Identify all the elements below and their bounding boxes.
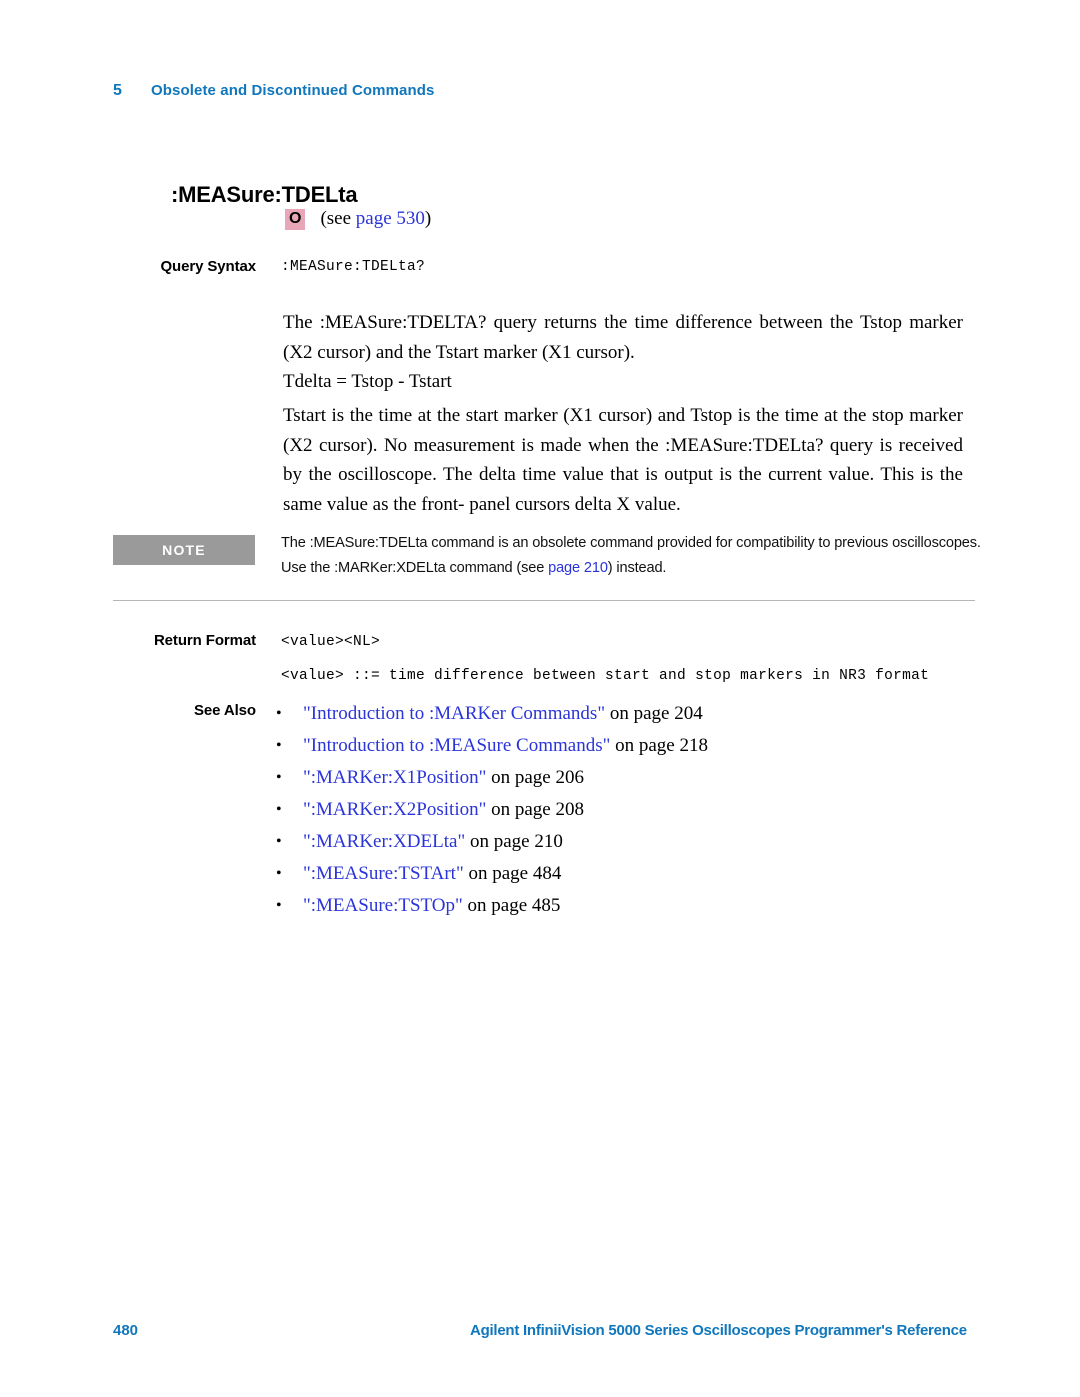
list-item: ":MARKer:X2Position" on page 208 (276, 794, 976, 826)
see-prefix-text: (see (320, 208, 356, 229)
page-title: :MEASure:TDELta (171, 181, 358, 207)
query-syntax-code: :MEASure:TDELta? (281, 259, 426, 275)
see-also-link[interactable]: ":MEASure:TSTOp" (303, 895, 463, 916)
return-format-code-line-2: <value> ::= time difference between star… (281, 668, 930, 684)
see-page-link[interactable]: page 530 (356, 208, 425, 229)
running-header: 5 Obsolete and Discontinued Commands (113, 82, 983, 106)
footer-page-number: 480 (113, 1322, 139, 1339)
see-also-link[interactable]: ":MEASure:TSTArt" (303, 863, 464, 884)
note-divider (113, 600, 975, 601)
see-also-page: on page 206 (486, 767, 584, 788)
see-also-link[interactable]: ":MARKer:XDELta" (303, 831, 465, 852)
chapter-title: Obsolete and Discontinued Commands (151, 82, 435, 99)
see-page-reference: (see page 530) (320, 208, 431, 230)
list-item: ":MEASure:TSTArt" on page 484 (276, 858, 976, 890)
see-also-page: on page 208 (486, 799, 584, 820)
note-page-link[interactable]: page 210 (548, 560, 608, 576)
footer-title: Agilent InfiniiVision 5000 Series Oscill… (470, 1322, 967, 1339)
see-also-link[interactable]: ":MARKer:X1Position" (303, 767, 486, 788)
note-label-badge: NOTE (113, 535, 255, 565)
see-also-list: "Introduction to :MARKer Commands" on pa… (276, 698, 976, 922)
see-also-page: on page 210 (465, 831, 563, 852)
return-format-code-line-1: <value><NL> (281, 634, 381, 650)
chapter-number: 5 (113, 82, 122, 99)
paragraph-description: The :MEASure:TDELTA? query returns the t… (283, 312, 963, 363)
paragraph-formula: Tdelta = Tstop - Tstart (283, 371, 452, 392)
see-also-link[interactable]: "Introduction to :MEASure Commands" (303, 735, 610, 756)
see-suffix-text: ) (424, 208, 432, 229)
list-item: ":MARKer:XDELta" on page 210 (276, 826, 976, 858)
paragraph-details: Tstart is the time at the start marker (… (283, 405, 963, 515)
query-syntax-label: Query Syntax (160, 258, 256, 275)
see-also-page: on page 485 (462, 895, 561, 916)
note-body-text: The :MEASure:TDELta command is an obsole… (281, 531, 981, 581)
see-also-page: on page 484 (463, 863, 562, 884)
note-text-after-link: ) instead. (607, 560, 667, 576)
list-item: "Introduction to :MARKer Commands" on pa… (276, 698, 976, 730)
list-item: ":MARKer:X1Position" on page 206 (276, 762, 976, 794)
list-item: ":MEASure:TSTOp" on page 485 (276, 890, 976, 922)
list-item: "Introduction to :MEASure Commands" on p… (276, 730, 976, 762)
see-also-link[interactable]: "Introduction to :MARKer Commands" (303, 703, 605, 724)
obsolete-marker-row: O (see page 530) (285, 208, 431, 230)
obsolete-badge-icon: O (285, 208, 306, 230)
see-also-page: on page 218 (610, 735, 708, 756)
see-also-link[interactable]: ":MARKer:X2Position" (303, 799, 486, 820)
see-also-label: See Also (193, 702, 256, 719)
return-format-label: Return Format (153, 632, 256, 649)
see-also-page: on page 204 (605, 703, 703, 724)
